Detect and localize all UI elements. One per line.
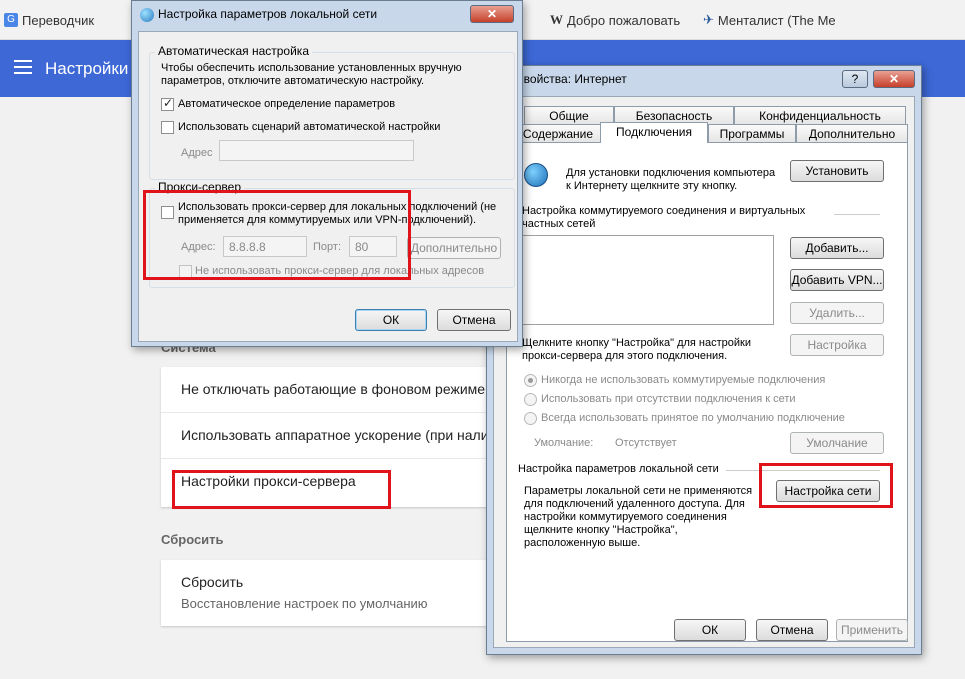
advanced-button[interactable]: Дополнительно <box>407 237 501 259</box>
bookmark-translate[interactable]: G Переводчик <box>4 12 94 28</box>
auto-desc: Чтобы обеспечить использование установле… <box>161 62 462 87</box>
cancel-button[interactable]: Отмена <box>756 619 828 641</box>
tab-connections[interactable]: Подключения <box>600 122 708 143</box>
setup-button[interactable]: Установить <box>790 160 884 182</box>
auto-script-checkbox[interactable] <box>161 121 174 134</box>
hamburger-menu-icon[interactable] <box>14 60 32 74</box>
internet-properties-body: Общие Безопасность Конфиденциальность Со… <box>493 96 915 648</box>
lan-text: Параметры локальной сети не применяются … <box>524 485 753 549</box>
radio-never-dial[interactable] <box>524 374 537 387</box>
radio-dial-when-no-network[interactable] <box>524 393 537 406</box>
tab-content[interactable]: Содержание <box>514 124 602 143</box>
highlight-lan-settings <box>759 463 893 508</box>
radio-always-dial[interactable] <box>524 412 537 425</box>
settings-hint: Щелкните кнопку "Настройка" для настройк… <box>522 337 751 362</box>
reset-row-subtitle: Восстановление настроек по умолчанию <box>181 596 428 611</box>
script-address-input[interactable] <box>219 140 414 161</box>
hardware-acceleration-row[interactable]: Использовать аппаратное ускорение (при н… <box>161 413 501 459</box>
bookmark-mentalist[interactable]: ✈ Менталист (The Me <box>703 12 836 28</box>
close-button[interactable]: ✕ <box>873 70 915 88</box>
reset-card[interactable]: Сбросить Восстановление настроек по умол… <box>161 560 491 626</box>
help-button[interactable]: ? <box>842 70 868 88</box>
background-apps-row[interactable]: Не отключать работающие в фоновом режиме… <box>161 367 501 413</box>
page-title: Настройки <box>45 59 129 78</box>
reset-row-title: Сбросить <box>181 574 244 590</box>
cancel-button[interactable]: Отмена <box>437 309 511 331</box>
default-value: Отсутствует <box>615 437 677 449</box>
script-address-label: Адрес <box>181 147 213 159</box>
auto-detect-label: Автоматическое определение параметров <box>178 98 396 110</box>
highlight-proxy-group <box>143 190 411 280</box>
wikipedia-icon: W <box>550 12 563 27</box>
settings-button[interactable]: Настройка <box>790 334 884 356</box>
lan-dialog-body: Автоматическая настройка Чтобы обеспечит… <box>138 31 518 342</box>
translate-icon: G <box>4 13 18 27</box>
bird-icon: ✈ <box>703 12 714 27</box>
ok-button[interactable]: ОК <box>674 619 746 641</box>
auto-detect-checkbox[interactable] <box>161 96 174 111</box>
radio-dial-when-no-network-label: Использовать при отсутствии подключения … <box>541 393 796 405</box>
lan-title: Настройка параметров локальной сети <box>518 463 719 475</box>
apply-button[interactable]: Применить <box>836 619 908 641</box>
default-button[interactable]: Умолчание <box>790 432 884 454</box>
internet-properties-window: Свойства: Интернет ? ✕ Общие Безопасност… <box>486 65 922 655</box>
auto-script-label: Использовать сценарий автоматической нас… <box>178 121 441 133</box>
add-button[interactable]: Добавить... <box>790 237 884 259</box>
globe-icon <box>524 163 548 187</box>
lan-dialog-title: Настройка параметров локальной сети <box>158 7 378 21</box>
close-button[interactable]: ✕ <box>470 5 514 23</box>
dialup-title: Настройка коммутируемого соединения и ви… <box>522 205 806 230</box>
radio-always-dial-label: Всегда использовать принятое по умолчани… <box>541 412 845 424</box>
bookmark-welcome[interactable]: W Добро пожаловать <box>550 12 680 28</box>
auto-group-title: Автоматическая настройка <box>155 44 312 58</box>
reset-section-title: Сбросить <box>161 532 224 547</box>
highlight-proxy-row <box>172 470 391 509</box>
add-vpn-button[interactable]: Добавить VPN... <box>790 269 884 291</box>
tab-programs[interactable]: Программы <box>708 124 796 143</box>
setup-text: Для установки подключения компьютера к И… <box>566 167 776 192</box>
radio-never-dial-label: Никогда не использовать коммутируемые по… <box>541 374 826 386</box>
divider <box>834 214 880 215</box>
remove-button[interactable]: Удалить... <box>790 302 884 324</box>
ok-button[interactable]: ОК <box>355 309 427 331</box>
tab-privacy[interactable]: Конфиденциальность <box>734 106 906 125</box>
default-label: Умолчание: <box>534 437 594 449</box>
lan-settings-window: Настройка параметров локальной сети ✕ Ав… <box>131 0 523 347</box>
connections-list[interactable] <box>522 235 774 325</box>
tab-advanced[interactable]: Дополнительно <box>796 124 908 143</box>
